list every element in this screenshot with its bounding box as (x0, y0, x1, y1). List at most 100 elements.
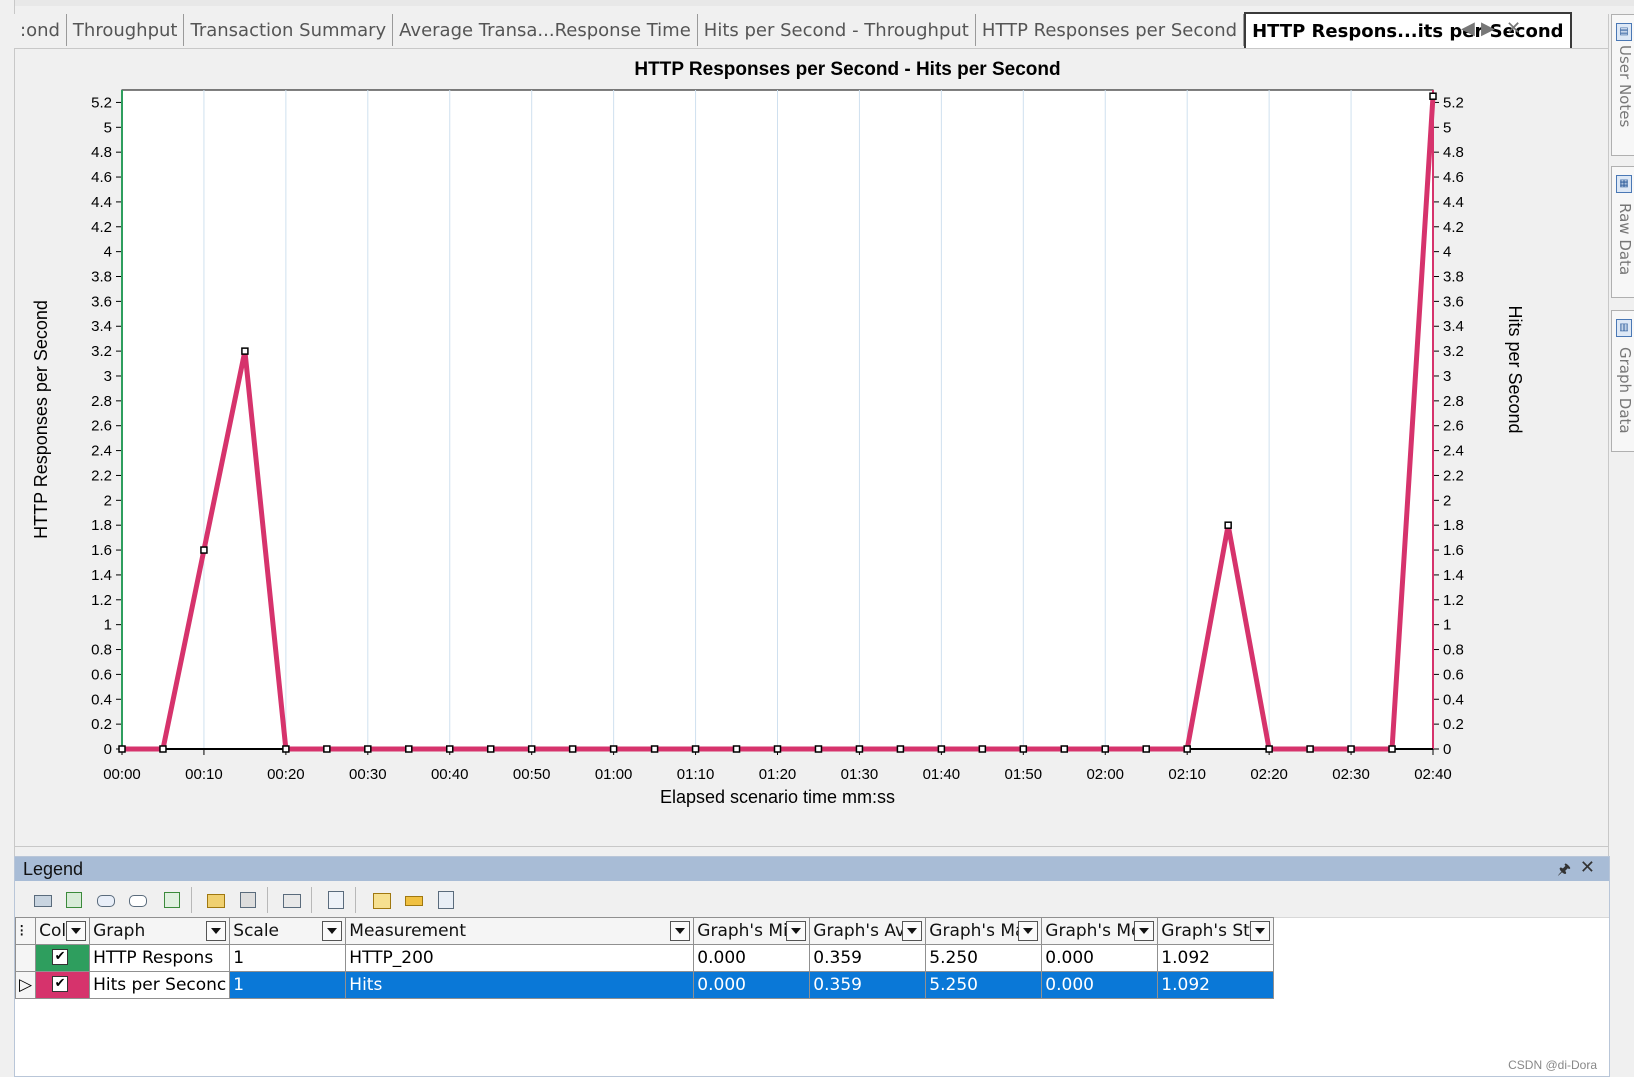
col-header-scale[interactable]: Scale (229, 917, 347, 945)
configure-measurement-icon[interactable] (31, 889, 53, 911)
visibility-checkbox[interactable]: ✔ (52, 949, 69, 965)
y-tick-label: 1.4 (91, 567, 112, 584)
chevron-down-icon[interactable] (206, 921, 227, 941)
tab-close-icon[interactable]: ✕ (1506, 18, 1521, 39)
tab-0[interactable]: :ond (14, 14, 67, 46)
x-tick-label: 00:50 (513, 766, 551, 783)
print-icon[interactable] (281, 889, 303, 911)
series-color-swatch[interactable]: ✔ (35, 944, 91, 972)
data-point (691, 745, 700, 753)
data-point (609, 745, 618, 753)
legend-cell-median[interactable]: 0.000 (1041, 944, 1159, 972)
chart-title: HTTP Responses per Second - Hits per Sec… (634, 59, 1060, 80)
y-tick-label: 2.2 (91, 467, 112, 484)
properties-icon[interactable] (435, 889, 457, 911)
legend-panel: Legend 🖈 ✕ ⁝ Col Graph Scale Measurement… (14, 856, 1610, 1077)
data-point (568, 745, 577, 753)
y2-tick-label: 2.4 (1443, 443, 1464, 460)
tab-2[interactable]: Transaction Summary (184, 14, 394, 46)
x-tick-label: 01:20 (759, 766, 797, 783)
side-tab-user-notes[interactable]: ▤ User Notes (1611, 14, 1634, 156)
col-header-graph[interactable]: Graph (89, 917, 231, 945)
row-selector[interactable]: ▷ (14, 971, 37, 999)
data-point (1183, 745, 1191, 753)
show-measurement-icon[interactable] (95, 889, 117, 911)
legend-cell-scale[interactable]: 1 (229, 944, 347, 972)
y2-tick-label: 4.4 (1443, 194, 1464, 211)
chevron-down-icon[interactable] (66, 921, 87, 941)
legend-cell-graph[interactable]: Hits per Seconc (89, 971, 231, 999)
y-tick-label: 2.4 (91, 443, 112, 460)
tab-6[interactable]: HTTP Respons...its per Second (1244, 12, 1572, 48)
chevron-down-icon[interactable] (322, 921, 343, 941)
col-header-std[interactable]: Graph's Std. (1157, 917, 1275, 945)
tab-prev-icon[interactable]: ◀ (1461, 18, 1475, 39)
series-color-swatch[interactable]: ✔ (35, 971, 91, 999)
y2-tick-label: 4.8 (1443, 144, 1464, 161)
x-tick-label: 00:40 (431, 766, 469, 783)
y2-tick-label: 2.2 (1443, 467, 1464, 484)
toolbar-separator (191, 887, 192, 913)
toolbar-separator (311, 887, 312, 913)
legend-cell-min[interactable]: 0.000 (693, 944, 811, 972)
legend-cell-median[interactable]: 0.000 (1041, 971, 1159, 999)
export-icon[interactable] (205, 889, 227, 911)
copy-icon[interactable] (237, 889, 259, 911)
legend-row[interactable]: ✔ HTTP Respons 1 HTTP_200 0.000 0.359 5.250 0.0… (14, 944, 1275, 972)
visibility-checkbox[interactable]: ✔ (52, 976, 69, 992)
data-point (1429, 92, 1437, 100)
legend-close-icon[interactable]: ✕ (1580, 857, 1595, 878)
legend-table: ⁝ Col Graph Scale Measurement Graph's Mi… (14, 917, 1275, 999)
y2-axis-label: Hits per Second (1505, 305, 1525, 433)
legend-cell-max[interactable]: 5.250 (925, 944, 1043, 972)
legend-cell-max[interactable]: 5.250 (925, 971, 1043, 999)
y2-tick-label: 0.2 (1443, 716, 1464, 733)
legend-cell-avg[interactable]: 0.359 (809, 944, 927, 972)
legend-cell-std[interactable]: 1.092 (1157, 971, 1275, 999)
data-point (896, 745, 905, 753)
row-header-corner[interactable]: ⁝ (14, 917, 37, 945)
tab-next-icon[interactable]: ▶ (1481, 18, 1495, 39)
y2-tick-label: 0.6 (1443, 666, 1464, 683)
tab-5[interactable]: HTTP Responses per Second (976, 14, 1245, 46)
tab-1[interactable]: Throughput (67, 14, 185, 46)
legend-cell-std[interactable]: 1.092 (1157, 944, 1275, 972)
y2-tick-label: 2.6 (1443, 418, 1464, 435)
legend-toolbar (15, 881, 1609, 918)
y-tick-label: 2.8 (91, 393, 112, 410)
chevron-down-icon[interactable] (902, 921, 923, 941)
chevron-down-icon[interactable] (786, 921, 807, 941)
filter-icon[interactable] (161, 889, 183, 911)
col-header-measurement[interactable]: Measurement (345, 917, 695, 945)
group-icon[interactable] (371, 889, 393, 911)
legend-row[interactable]: ▷ ✔ Hits per Seconc 1 Hits 0.000 0.359 5.250 0.0… (14, 971, 1275, 999)
tab-4[interactable]: Hits per Second - Throughput (698, 14, 976, 46)
col-header-label: Scale (233, 921, 280, 941)
row-selector[interactable] (14, 944, 37, 972)
side-tab-graph-data[interactable]: ▥ Graph Data (1611, 310, 1634, 452)
data-point (486, 745, 495, 753)
side-tab-raw-data[interactable]: ▦ Raw Data (1611, 166, 1634, 298)
tab-3[interactable]: Average Transa...Response Time (393, 14, 698, 46)
legend-cell-measurement[interactable]: Hits (345, 971, 695, 999)
legend-cell-scale[interactable]: 1 (229, 971, 347, 999)
col-header-min[interactable]: Graph's Mini (693, 917, 811, 945)
ruler-icon[interactable] (403, 889, 425, 911)
col-header-median[interactable]: Graph's Mec (1041, 917, 1159, 945)
chevron-down-icon[interactable] (1134, 921, 1155, 941)
chevron-down-icon[interactable] (670, 921, 691, 941)
col-header-max[interactable]: Graph's Ma (925, 917, 1043, 945)
data-point (282, 745, 290, 753)
legend-cell-graph[interactable]: HTTP Respons (89, 944, 231, 972)
legend-title: Legend (23, 859, 84, 879)
chevron-down-icon[interactable] (1018, 921, 1039, 941)
view-icon[interactable] (127, 889, 149, 911)
chevron-down-icon[interactable] (1250, 921, 1271, 941)
col-header-avg[interactable]: Graph's Ave (809, 917, 927, 945)
legend-cell-avg[interactable]: 0.359 (809, 971, 927, 999)
col-header-color[interactable]: Col (35, 917, 91, 945)
percent-icon[interactable] (63, 889, 85, 911)
legend-cell-min[interactable]: 0.000 (693, 971, 811, 999)
columns-icon[interactable] (325, 889, 347, 911)
legend-cell-measurement[interactable]: HTTP_200 (345, 944, 695, 972)
